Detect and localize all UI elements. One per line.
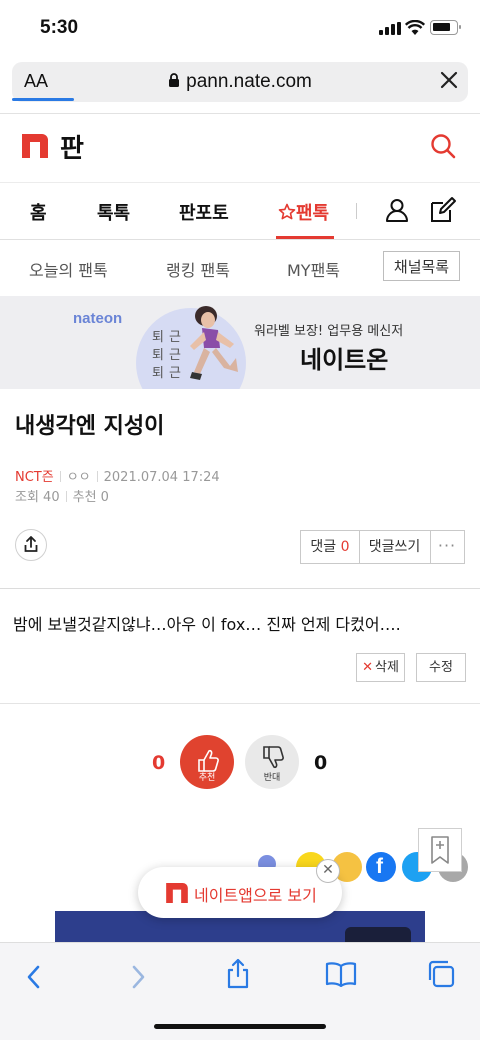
bookmark-icon [431,836,449,864]
open-in-app-text: 네이트앱으로 보기 [194,886,317,905]
post-meta: NCT즌 ㅇㅇ 2021.07.04 17:24 [15,466,220,485]
tabs-icon[interactable] [426,959,456,989]
subnav-ranking[interactable]: 랭킹 팬톡 [166,257,230,281]
write-comment-button[interactable]: 댓글쓰기 [359,531,431,563]
bookmark-button[interactable] [418,828,462,872]
delete-icon: ✕ [362,660,373,675]
page-load-progress [12,98,74,101]
share-icon [24,536,38,552]
edit-button[interactable]: 수정 [416,653,466,682]
banner-char: 퇴 [152,330,164,345]
nate-logo-icon[interactable] [22,134,48,158]
post-datetime: 2021.07.04 17:24 [103,470,220,485]
post-title: 내생각엔 지성이 [15,414,165,439]
comment-count-button[interactable]: 댓글 0 [301,531,360,563]
post-channel[interactable]: NCT즌 [15,470,54,485]
url-text: pann.nate.com [186,71,312,92]
signal-icon [379,22,401,35]
nav-fantalk-label: 팬톡 [296,203,330,224]
wifi-icon [405,20,425,35]
forward-icon[interactable] [128,963,148,991]
star-icon [278,203,296,220]
nav-fantalk[interactable]: 팬톡 [278,199,329,225]
channel-list-button[interactable]: 채널목록 [383,251,460,281]
book-icon[interactable] [325,961,357,987]
share-button[interactable] [15,529,47,561]
nav-active-indicator [276,236,334,239]
share-sheet-icon[interactable] [225,957,251,989]
banner-title: 네이트온 [300,346,389,374]
status-bar: 5:30 [0,0,480,58]
nav-divider [356,203,357,219]
delete-label: 삭제 [374,660,399,675]
close-icon[interactable] [438,69,460,91]
more-button[interactable]: ··· [430,531,464,563]
url-field[interactable]: pann.nate.com [12,71,468,93]
nate-app-icon [166,883,188,903]
divider [0,113,480,114]
divider [0,588,480,589]
banner-subtitle: 워라벨 보장! 업무용 메신저 [254,324,404,339]
running-person-illustration [190,306,238,380]
popup-close-icon[interactable]: ✕ [316,859,340,883]
upvote-count: 0 [152,752,166,774]
nav-panphoto[interactable]: 판포토 [179,199,229,225]
lock-icon [169,73,180,87]
comment-actions: 댓글 0 댓글쓰기 ··· [300,530,465,564]
edit-icon[interactable] [429,196,457,224]
banner-char: 퇴 [152,366,164,381]
subnav-today[interactable]: 오늘의 팬톡 [29,257,108,281]
post-body: 밤에 보낼것같지않냐…아우 이 fox… 진짜 언제 다컸어…. [13,615,401,634]
address-bar[interactable]: AA pann.nate.com [12,62,468,102]
subnav-my[interactable]: MY팬톡 [287,257,340,281]
user-icon[interactable] [384,197,410,223]
downvote-count: 0 [314,752,328,774]
upvote-button[interactable]: 추천 [180,735,234,789]
banner-logo: nateon [73,310,123,327]
open-in-app-popup[interactable]: 네이트앱으로 보기 [138,867,342,918]
status-time: 5:30 [40,17,79,38]
post-stats: 조회 40 추천 0 [15,486,109,505]
main-nav: 홈 톡톡 판포토 팬톡 [0,182,480,240]
post-views: 조회 40 [15,490,60,505]
delete-button[interactable]: ✕ 삭제 [356,653,405,682]
comment-label: 댓글 [310,539,337,555]
banner-char: 퇴 [152,348,164,363]
back-icon[interactable] [24,963,44,991]
brand-title[interactable]: 판 [60,128,84,165]
facebook-share-icon[interactable]: f [366,852,396,882]
search-icon[interactable] [430,133,456,159]
nav-toktok[interactable]: 톡톡 [97,199,130,225]
downvote-button[interactable]: 반대 [245,735,299,789]
divider [0,703,480,704]
upvote-label: 추천 [198,773,216,783]
nav-home[interactable]: 홈 [30,199,47,225]
post-author: ㅇㅇ [66,470,91,485]
comment-count: 0 [340,539,350,555]
ad-banner[interactable]: nateon 퇴 근 퇴 근 퇴 근 워라벨 보장! 업무용 메신저 네이트온 [0,296,480,389]
downvote-label: 반대 [263,773,281,783]
battery-icon [430,20,461,35]
home-indicator [154,1024,326,1029]
post-recommends: 추천 0 [72,490,109,505]
